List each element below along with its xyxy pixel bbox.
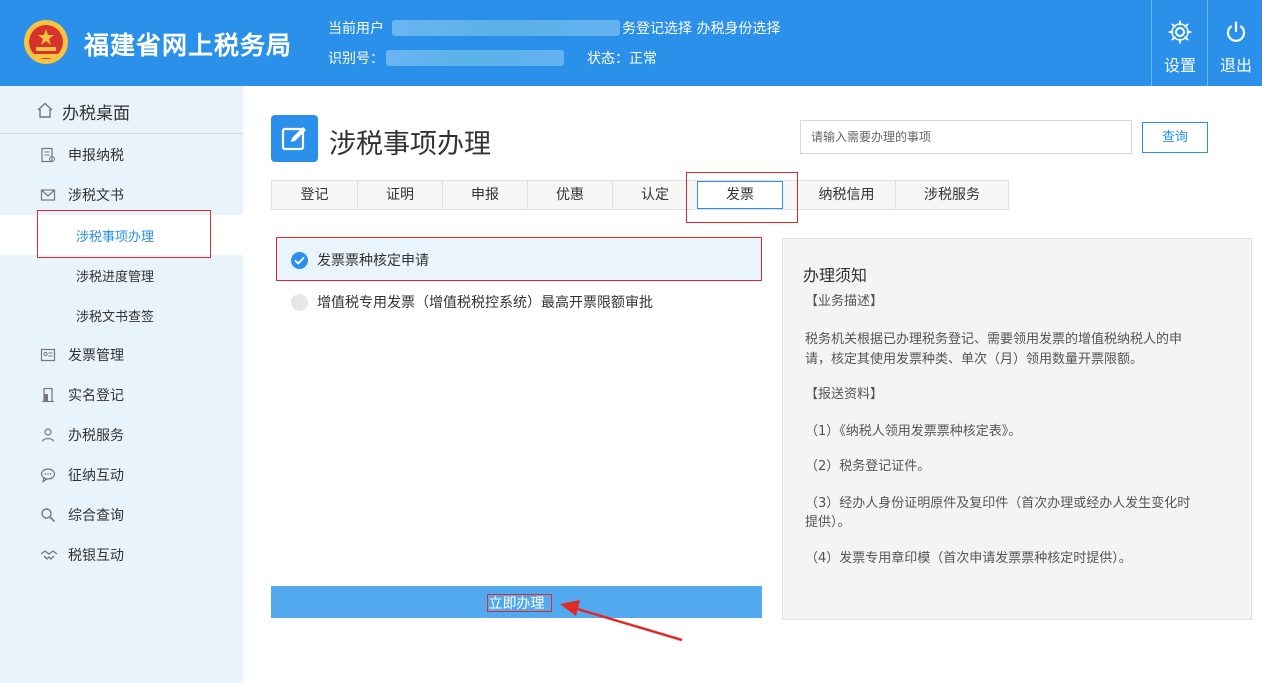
tab-tax-service[interactable]: 涉税服务 <box>896 181 1008 209</box>
check-icon <box>294 256 305 265</box>
sidebar-item-declare[interactable]: 申报纳税 <box>0 135 243 175</box>
invoice-icon <box>40 348 56 362</box>
sidebar-home-label: 办税桌面 <box>62 104 130 124</box>
option-invoice-type-approval[interactable]: 发票票种核定申请 <box>276 238 762 281</box>
option-label: 发票票种核定申请 <box>317 253 429 269</box>
report-icon <box>41 147 55 163</box>
id-label: 识别号： <box>328 51 384 67</box>
tab-declare[interactable]: 申报 <box>443 181 528 209</box>
radio-unchecked[interactable] <box>291 294 308 311</box>
sidebar-subitem-progress[interactable]: 涉税进度管理 <box>0 255 243 295</box>
sidebar-subitem-doc-sign[interactable]: 涉税文书查签 <box>0 295 243 335</box>
notice-line: 请，核定其使用发票种类、单次（月）领用数量开票限额。 <box>805 352 1144 367</box>
sidebar-item-documents[interactable]: 涉税文书 <box>0 175 243 215</box>
sidebar-item-realname[interactable]: 实名登记 <box>0 375 243 415</box>
sidebar-item-label: 税银互动 <box>68 548 124 564</box>
person-icon <box>41 428 55 442</box>
gear-icon <box>1168 20 1192 44</box>
edit-icon <box>281 127 306 151</box>
notice-line: （2）税务登记证件。 <box>805 459 931 474</box>
notice-line: 提供）。 <box>805 515 851 530</box>
logout-button[interactable]: 退出 <box>1207 0 1262 86</box>
page-title-icon <box>271 115 318 162</box>
submit-button[interactable]: 立即办理 <box>271 586 762 618</box>
sidebar-item-label: 涉税文书 <box>68 188 124 204</box>
notice-line: （3）经办人身份证明原件及复印件（首次办理或经办人发生变化时 <box>805 496 1191 511</box>
tab-register[interactable]: 登记 <box>272 181 358 209</box>
tab-credit[interactable]: 纳税信用 <box>798 181 896 209</box>
sidebar-item-label: 申报纳税 <box>68 148 124 164</box>
tab-invoice[interactable]: 发票 <box>697 181 783 209</box>
search-input[interactable] <box>800 120 1132 154</box>
door-icon <box>42 387 54 403</box>
power-icon <box>1226 21 1246 42</box>
sidebar-item-label: 综合查询 <box>68 508 124 524</box>
sidebar-item-query[interactable]: 综合查询 <box>0 495 243 535</box>
sidebar-item-label: 实名登记 <box>68 388 124 404</box>
sidebar-subitem-label: 涉税事项办理 <box>76 230 155 245</box>
site-title: 福建省网上税务局 <box>84 31 293 60</box>
category-tabs: 登记 证明 申报 优惠 认定 发票 纳税信用 涉税服务 <box>271 180 1009 210</box>
option-vat-limit-approval[interactable]: 增值税专用发票（增值税税控系统）最高开票限额审批 <box>276 280 762 323</box>
sidebar-subitem-label: 涉税文书查签 <box>76 310 155 325</box>
sidebar-subitem-label: 涉税进度管理 <box>76 270 155 285</box>
settings-button[interactable]: 设置 <box>1151 0 1207 86</box>
sidebar-item-label: 发票管理 <box>68 348 124 364</box>
status-text: 状态：正常 <box>587 51 657 67</box>
sidebar-subitem-tax-matters[interactable]: 涉税事项办理 <box>0 215 243 255</box>
sidebar-item-bank[interactable]: 税银互动 <box>0 535 243 575</box>
radio-checked[interactable] <box>291 252 308 269</box>
tab-certify[interactable]: 认定 <box>613 181 698 209</box>
sidebar-item-label: 征纳互动 <box>68 468 124 484</box>
identity-links[interactable]: 务登记选择 办税身份选择 <box>622 18 780 38</box>
logout-label: 退出 <box>1219 56 1252 75</box>
submit-label: 立即办理 <box>488 596 545 612</box>
notice-line: 【业务描述】 <box>805 294 884 309</box>
current-user-label: 当前用户 <box>328 21 384 37</box>
tax-emblem-icon <box>24 20 68 64</box>
search-button[interactable]: 查询 <box>1142 122 1208 153</box>
page-title: 涉税事项办理 <box>329 129 491 160</box>
tab-certificate[interactable]: 证明 <box>358 181 443 209</box>
id-number-blurred <box>386 50 564 66</box>
mail-icon <box>40 189 56 201</box>
user-name-blurred <box>392 20 620 36</box>
handshake-icon <box>40 550 58 560</box>
chat-icon <box>40 468 56 483</box>
notice-line: 税务机关根据已办理税务登记、需要领用发票的增值税纳税人的申 <box>805 332 1183 347</box>
tab-preferential[interactable]: 优惠 <box>528 181 613 209</box>
notice-line: （1）《纳税人领用发票票种核定表》。 <box>805 424 1022 439</box>
sidebar-item-label: 办税服务 <box>68 428 124 444</box>
notice-line: （4）发票专用章印模（首次申请发票票种核定时提供）。 <box>805 551 1132 566</box>
notice-panel: 办理须知 【业务描述】 税务机关根据已办理税务登记、需要领用发票的增值税纳税人的… <box>782 238 1252 620</box>
sidebar-item-interaction[interactable]: 征纳互动 <box>0 455 243 495</box>
left-sidebar: 办税桌面 申报纳税 涉税文书 涉税事项办理 涉税进度管理 涉税文书查签 发票管理 <box>0 86 243 683</box>
home-icon <box>37 102 53 118</box>
sidebar-item-home[interactable]: 办税桌面 <box>0 86 243 134</box>
top-header: 福建省网上税务局 当前用户 务登记选择 办税身份选择 识别号： 状态：正常 设置… <box>0 0 1262 86</box>
notice-line: 【报送资料】 <box>805 387 884 402</box>
settings-label: 设置 <box>1163 56 1196 75</box>
sidebar-item-tax-service[interactable]: 办税服务 <box>0 415 243 455</box>
search-icon <box>41 508 56 523</box>
notice-title: 办理须知 <box>803 266 868 285</box>
sidebar-item-invoice[interactable]: 发票管理 <box>0 335 243 375</box>
option-label: 增值税专用发票（增值税税控系统）最高开票限额审批 <box>317 295 653 311</box>
